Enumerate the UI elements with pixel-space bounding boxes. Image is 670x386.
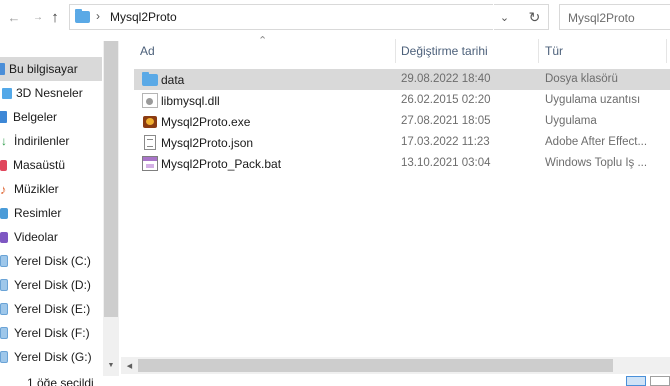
drive-icon: [0, 351, 8, 363]
folder-icon: [75, 9, 90, 23]
large-icons-view-button[interactable]: [650, 376, 670, 386]
drive-icon: [0, 327, 8, 339]
status-selection-text: 1 öğe seçildi: [27, 376, 94, 386]
folder-icon: [142, 72, 158, 86]
nav-item-label: Yerel Disk (D:): [14, 278, 91, 292]
file-name: libmysql.dll: [161, 94, 220, 108]
file-name: data: [161, 73, 185, 87]
column-divider[interactable]: [538, 39, 539, 63]
nav-item-downloads[interactable]: ↓ İndirilenler: [0, 129, 102, 153]
search-input[interactable]: Mysql2Proto: [559, 4, 670, 30]
downloads-icon: ↓: [1, 134, 7, 148]
file-name: Mysql2Proto.json: [161, 136, 254, 150]
nav-item-label: Müzikler: [14, 182, 59, 196]
nav-item-drive-g[interactable]: Yerel Disk (G:): [0, 345, 102, 369]
file-type: Adobe After Effect...: [545, 136, 648, 148]
file-date: 29.08.2022 18:40: [401, 73, 491, 85]
column-header-name[interactable]: Ad: [140, 39, 155, 63]
nav-item-label: Masaüstü: [13, 158, 66, 172]
file-row-bat[interactable]: Mysql2Proto_Pack.bat 13.10.2021 03:04 Wi…: [134, 153, 670, 174]
nav-item-drive-d[interactable]: Yerel Disk (D:): [0, 273, 102, 297]
nav-item-label: Belgeler: [13, 110, 58, 124]
nav-item-3d-objects[interactable]: 3D Nesneler: [0, 81, 102, 105]
nav-item-this-pc[interactable]: Bu bilgisayar: [0, 57, 102, 81]
address-bar-row: ← → ↑ › Mysql2Proto ⌄ ↻ Mysql2Proto: [0, 0, 670, 34]
column-divider[interactable]: [666, 39, 667, 63]
exe-file-icon: [142, 114, 158, 129]
file-type: Dosya klasörü: [545, 73, 618, 85]
file-row-libmysql[interactable]: libmysql.dll 26.02.2015 02:20 Uygulama u…: [134, 90, 670, 111]
scroll-left-arrow-icon[interactable]: ◀: [121, 357, 138, 374]
refresh-button[interactable]: ↻: [521, 4, 549, 30]
file-name: Mysql2Proto.exe: [161, 115, 251, 129]
file-row-exe[interactable]: Mysql2Proto.exe 27.08.2021 18:05 Uygulam…: [134, 111, 670, 132]
file-date: 13.10.2021 03:04: [401, 157, 491, 169]
address-bar[interactable]: › Mysql2Proto: [69, 4, 549, 30]
videos-icon: [0, 231, 8, 243]
nav-item-label: Bu bilgisayar: [9, 62, 78, 76]
nav-item-documents[interactable]: Belgeler: [0, 105, 102, 129]
pictures-icon: [0, 207, 8, 219]
nav-item-label: İndirilenler: [14, 134, 70, 148]
status-bar: 1 öğe seçildi: [0, 376, 670, 386]
this-pc-icon: [0, 63, 5, 75]
search-input-text: Mysql2Proto: [568, 11, 635, 25]
breadcrumb-current-folder[interactable]: Mysql2Proto: [110, 10, 177, 24]
nav-item-label: Yerel Disk (E:): [14, 302, 91, 316]
nav-item-videos[interactable]: Videolar: [0, 225, 102, 249]
json-file-icon: [144, 135, 156, 150]
nav-item-drive-e[interactable]: Yerel Disk (E:): [0, 297, 102, 321]
music-icon: ♪: [0, 181, 7, 197]
nav-item-drive-f[interactable]: Yerel Disk (F:): [0, 321, 102, 345]
file-type: Uygulama: [545, 115, 597, 127]
column-header-type[interactable]: Tür: [545, 39, 563, 63]
nav-item-label: Resimler: [14, 206, 62, 220]
column-header-date[interactable]: Değiştirme tarihi: [401, 39, 488, 63]
nav-item-label: Yerel Disk (C:): [14, 254, 91, 268]
nav-pane-scrollbar[interactable]: ▼: [103, 41, 119, 376]
navigation-pane: Bu bilgisayar 3D Nesneler Belgeler ↓ İnd…: [0, 41, 102, 376]
forward-arrow-icon[interactable]: →: [30, 7, 46, 27]
details-view-button[interactable]: [626, 376, 646, 386]
scrollbar-thumb[interactable]: [104, 41, 118, 317]
documents-icon: [0, 111, 7, 123]
nav-item-label: Yerel Disk (G:): [14, 350, 92, 364]
column-divider[interactable]: [395, 39, 396, 63]
drive-icon: [0, 279, 8, 291]
dll-file-icon: [142, 93, 158, 108]
nav-item-drive-c[interactable]: Yerel Disk (C:): [0, 249, 102, 273]
file-list: Ad ⌃ Değiştirme tarihi Tür data 29.08.20…: [121, 34, 670, 374]
nav-item-label: 3D Nesneler: [16, 86, 83, 100]
file-type: Uygulama uzantısı: [545, 94, 641, 106]
file-type: Windows Toplu İş ...: [545, 157, 648, 169]
3d-objects-icon: [2, 87, 12, 99]
nav-item-desktop[interactable]: Masaüstü: [0, 153, 102, 177]
nav-item-music[interactable]: ♪ Müzikler: [0, 177, 102, 201]
file-row-data[interactable]: data 29.08.2022 18:40 Dosya klasörü: [134, 69, 670, 90]
breadcrumb-separator[interactable]: ›: [96, 9, 100, 23]
up-arrow-icon[interactable]: ↑: [47, 7, 63, 27]
back-arrow-icon[interactable]: ←: [6, 7, 22, 27]
address-history-dropdown[interactable]: ⌄: [493, 4, 515, 30]
scroll-down-arrow-icon[interactable]: ▼: [103, 357, 119, 373]
scrollbar-thumb[interactable]: [138, 359, 613, 372]
sort-ascending-icon: ⌃: [258, 35, 268, 47]
file-date: 17.03.2022 11:23: [401, 136, 490, 148]
file-date: 27.08.2021 18:05: [401, 115, 491, 127]
drive-icon: [0, 303, 8, 315]
nav-item-label: Yerel Disk (F:): [14, 326, 90, 340]
drive-icon: [0, 255, 8, 267]
file-date: 26.02.2015 02:20: [401, 94, 491, 106]
nav-item-label: Videolar: [14, 230, 58, 244]
file-row-json[interactable]: Mysql2Proto.json 17.03.2022 11:23 Adobe …: [134, 132, 670, 153]
bat-file-icon: [142, 156, 158, 171]
file-name: Mysql2Proto_Pack.bat: [161, 157, 282, 171]
desktop-icon: [0, 159, 7, 171]
nav-item-pictures[interactable]: Resimler: [0, 201, 102, 225]
file-list-horizontal-scrollbar[interactable]: ◀: [121, 357, 670, 374]
